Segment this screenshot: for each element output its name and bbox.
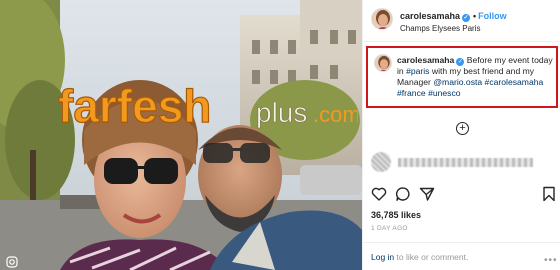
login-prompt: Log in to like or comment. •••: [363, 242, 560, 270]
login-prompt-text: Log in to like or comment.: [371, 252, 468, 262]
post-caption: carolesamaha ✓ Before my event today in #…: [397, 55, 555, 99]
hashtag-paris[interactable]: #paris: [406, 66, 429, 76]
follow-label[interactable]: Follow: [478, 11, 507, 21]
follow-button[interactable]: • Follow: [471, 11, 507, 21]
hashtag-carolesamaha[interactable]: #carolesamaha: [485, 77, 544, 87]
post-username-text[interactable]: carolesamaha: [400, 11, 460, 21]
login-rest-text: to like or comment.: [394, 252, 469, 262]
post-timestamp[interactable]: 1 DAY AGO: [371, 225, 408, 232]
hashtag-france[interactable]: #france: [397, 88, 426, 98]
like-count[interactable]: 36,785 likes: [371, 210, 421, 220]
caption-highlight: carolesamaha ✓ Before my event today in #…: [366, 46, 558, 108]
watermark-brand-main: farfesh: [58, 80, 211, 132]
caption-avatar-image: [375, 55, 391, 71]
post-username[interactable]: carolesamaha ✓: [400, 11, 471, 22]
caption-username[interactable]: carolesamaha: [397, 55, 454, 65]
post-location[interactable]: Champs Elysees Paris: [400, 24, 480, 33]
add-comment-icon[interactable]: +: [456, 122, 469, 135]
login-link[interactable]: Log in: [371, 252, 394, 262]
blurred-comment-text: [398, 158, 533, 167]
avatar[interactable]: [371, 8, 393, 30]
post-header: carolesamaha ✓ • Follow Champs Elysees Par…: [363, 0, 560, 42]
mention-link[interactable]: @mario.osta: [433, 77, 482, 87]
hashtag-unesco[interactable]: #unesco: [428, 88, 461, 98]
post-photo[interactable]: farfesh plus .com: [0, 0, 362, 270]
more-options-icon[interactable]: •••: [544, 255, 558, 266]
watermark-brand-tld: .com: [313, 102, 358, 127]
post-side-panel: carolesamaha ✓ • Follow Champs Elysees Par…: [362, 0, 560, 270]
instagram-logo-icon: [6, 256, 18, 268]
comment-icon[interactable]: [395, 186, 411, 202]
caption-avatar[interactable]: [374, 54, 392, 72]
blurred-comment: [371, 152, 551, 174]
blurred-avatar: [371, 152, 391, 172]
watermark-logo-icon: farfesh plus .com: [58, 80, 358, 133]
watermark-brand-suffix: plus: [256, 97, 307, 128]
bookmark-icon[interactable]: [541, 186, 557, 202]
verified-icon: ✓: [462, 14, 471, 22]
avatar-image: [372, 9, 392, 29]
post-actions: [371, 186, 555, 204]
separator-dot: •: [473, 11, 477, 21]
heart-icon[interactable]: [371, 186, 387, 202]
share-icon[interactable]: [419, 186, 435, 202]
